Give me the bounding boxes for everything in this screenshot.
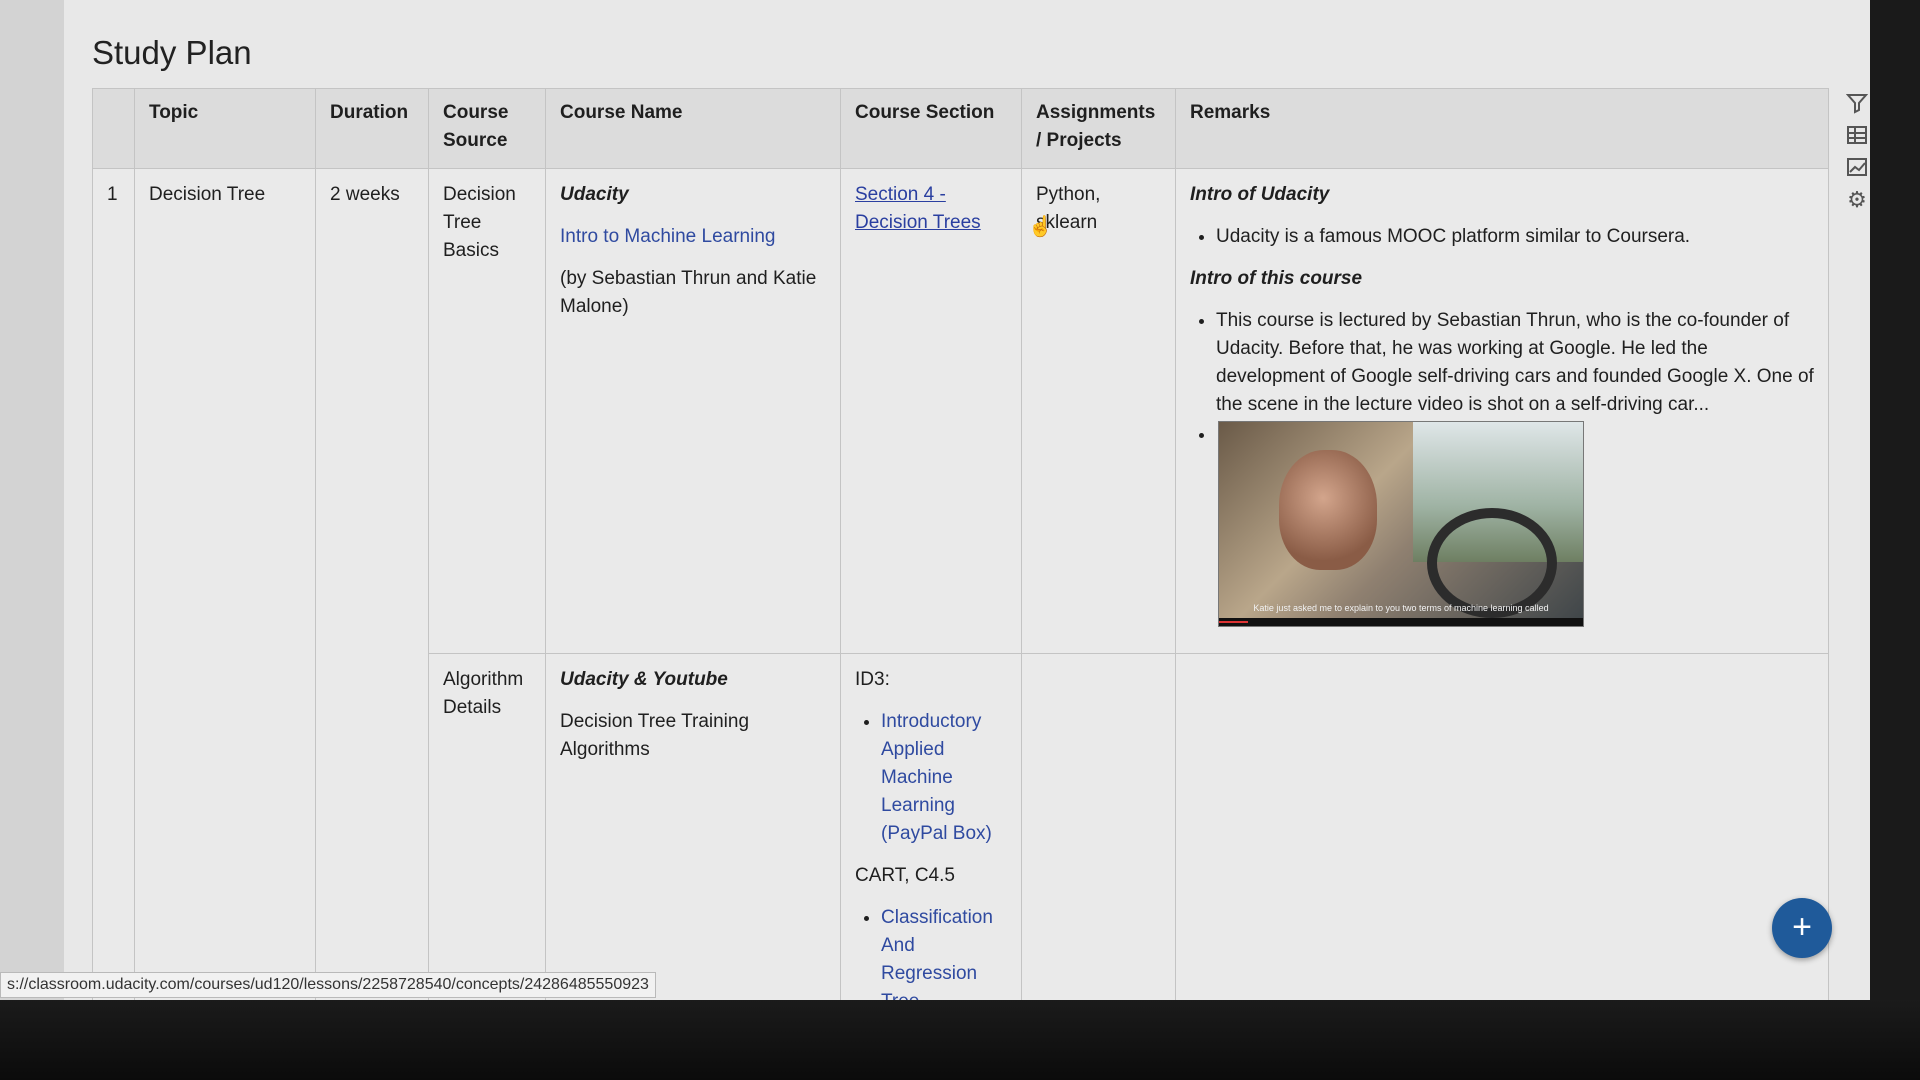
column-header-number — [92, 88, 135, 169]
gear-icon[interactable]: ⚙ — [1845, 188, 1869, 212]
course-section-cell: Section 4 - Decision Trees — [840, 168, 1022, 654]
window-right-edge — [1870, 0, 1920, 1000]
column-header-duration: Duration — [315, 88, 429, 169]
column-header-course-name: Course Name — [545, 88, 841, 169]
column-header-course-source: Course Source — [428, 88, 546, 169]
video-progress-bar[interactable] — [1219, 618, 1583, 626]
section-label: ID3: — [855, 669, 890, 690]
document-page: Study Plan Topic Duration Course Source … — [64, 0, 1870, 1000]
list-item: Udacity is a famous MOOC platform simila… — [1216, 223, 1814, 251]
course-link[interactable]: Intro to Machine Learning — [560, 226, 775, 247]
add-button[interactable]: + — [1772, 898, 1832, 958]
assignments-cell — [1021, 653, 1176, 1000]
course-section-cell: ID3: Introductory Applied Machine Learni… — [840, 653, 1022, 1000]
column-header-assignments: Assignments / Projects — [1021, 88, 1176, 169]
page-title: Study Plan — [92, 34, 252, 71]
section-list: Introductory Applied Machine Learning (P… — [881, 708, 1007, 848]
video-caption: Katie just asked me to explain to you tw… — [1253, 603, 1549, 613]
section-link[interactable]: Classification And Regression Tree — [881, 907, 993, 1000]
course-authors: (by Sebastian Thrun and Katie Malone) — [560, 268, 817, 317]
course-provider: Udacity & Youtube — [560, 669, 728, 690]
side-toolbar: ⚙ — [1842, 92, 1872, 212]
topic-cell: Decision Tree — [134, 168, 316, 1000]
hand-cursor-icon: ☝ — [1028, 216, 1053, 238]
video-progress-fill — [1219, 621, 1249, 623]
course-name-cell: Udacity Intro to Machine Learning (by Se… — [545, 168, 841, 654]
list-item: Katie just asked me to explain to you tw… — [1216, 421, 1814, 627]
remarks-cell — [1175, 653, 1829, 1000]
column-header-remarks: Remarks — [1175, 88, 1829, 169]
table-row: 1 Decision Tree 2 weeks Decision Tree Ba… — [92, 168, 1829, 1000]
row-number: 1 — [92, 168, 135, 1000]
chart-icon[interactable] — [1845, 156, 1869, 180]
course-source-cell: Decision Tree Basics — [428, 168, 546, 654]
video-thumbnail[interactable]: Katie just asked me to explain to you tw… — [1218, 421, 1584, 627]
video-scene-person — [1279, 450, 1377, 570]
duration-cell: 2 weeks — [315, 168, 429, 1000]
remarks-list: Udacity is a famous MOOC platform simila… — [1216, 223, 1814, 251]
course-name: Decision Tree Training Algorithms — [560, 711, 750, 760]
remarks-cell: Intro of Udacity Udacity is a famous MOO… — [1175, 168, 1829, 654]
table-header-row: Topic Duration Course Source Course Name… — [92, 88, 1829, 169]
table-icon[interactable] — [1845, 124, 1869, 148]
section-link[interactable]: Introductory Applied Machine Learning (P… — [881, 711, 992, 844]
assignments-cell: Python, sklearn — [1021, 168, 1176, 654]
column-header-topic: Topic — [134, 88, 316, 169]
remarks-heading: Intro of Udacity — [1190, 184, 1330, 205]
window-left-gutter — [0, 0, 64, 1000]
list-item: This course is lectured by Sebastian Thr… — [1216, 307, 1814, 419]
course-source-cell: Algorithm Details — [428, 653, 546, 1000]
course-provider: Udacity — [560, 184, 629, 205]
section-link[interactable]: Section 4 - Decision Trees — [855, 184, 981, 233]
study-plan-table: Topic Duration Course Source Course Name… — [92, 88, 1829, 1000]
status-bar-url: s://classroom.udacity.com/courses/ud120/… — [0, 972, 656, 998]
section-label: CART, C4.5 — [855, 865, 955, 886]
remarks-list: This course is lectured by Sebastian Thr… — [1216, 307, 1814, 627]
screen-bezel — [0, 1000, 1920, 1080]
course-name-cell: Udacity & Youtube Decision Tree Training… — [545, 653, 841, 1000]
remarks-heading: Intro of this course — [1190, 268, 1363, 289]
section-list: Classification And Regression Tree — [881, 904, 1007, 1000]
filter-icon[interactable] — [1845, 92, 1869, 116]
column-header-course-section: Course Section — [840, 88, 1022, 169]
